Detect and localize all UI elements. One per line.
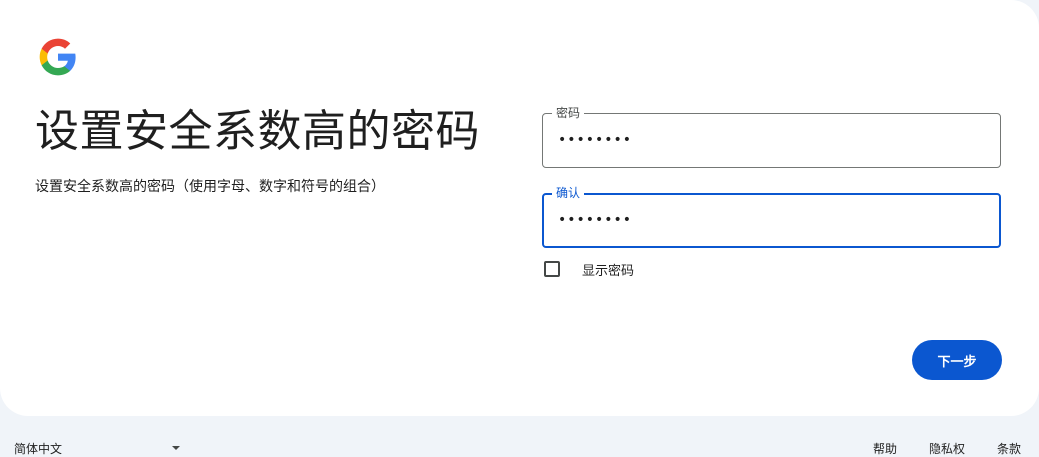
show-password-label[interactable]: 显示密码 — [582, 260, 634, 279]
language-select-value[interactable]: 简体中文 — [14, 440, 62, 457]
language-select[interactable]: 简体中文 — [14, 440, 62, 457]
google-logo-icon — [39, 38, 76, 76]
password-field[interactable]: 密码 •••••••• — [542, 105, 1001, 168]
password-field-value[interactable]: •••••••• — [558, 128, 632, 152]
caret-down-icon[interactable] — [172, 446, 180, 450]
page-title: 设置安全系数高的密码 — [35, 106, 480, 157]
next-button[interactable]: 下一步 — [912, 340, 1002, 380]
terms-link[interactable]: 条款 — [997, 440, 1021, 457]
confirm-password-field-label: 确认 — [552, 185, 585, 201]
page-description: 设置安全系数高的密码（使用字母、数字和符号的组合） — [35, 179, 385, 195]
privacy-link[interactable]: 隐私权 — [929, 440, 965, 457]
show-password-checkbox[interactable] — [544, 261, 560, 277]
footer: 简体中文 帮助 隐私权 条款 — [0, 436, 1039, 457]
confirm-password-field[interactable]: 确认 •••••••• — [542, 185, 1001, 248]
password-field-label: 密码 — [552, 105, 585, 121]
confirm-password-field-value[interactable]: •••••••• — [558, 208, 632, 232]
show-password-row[interactable]: 显示密码 — [544, 259, 634, 279]
help-link[interactable]: 帮助 — [873, 440, 897, 457]
signup-card: 设置安全系数高的密码 设置安全系数高的密码（使用字母、数字和符号的组合） 密码 … — [0, 0, 1039, 416]
